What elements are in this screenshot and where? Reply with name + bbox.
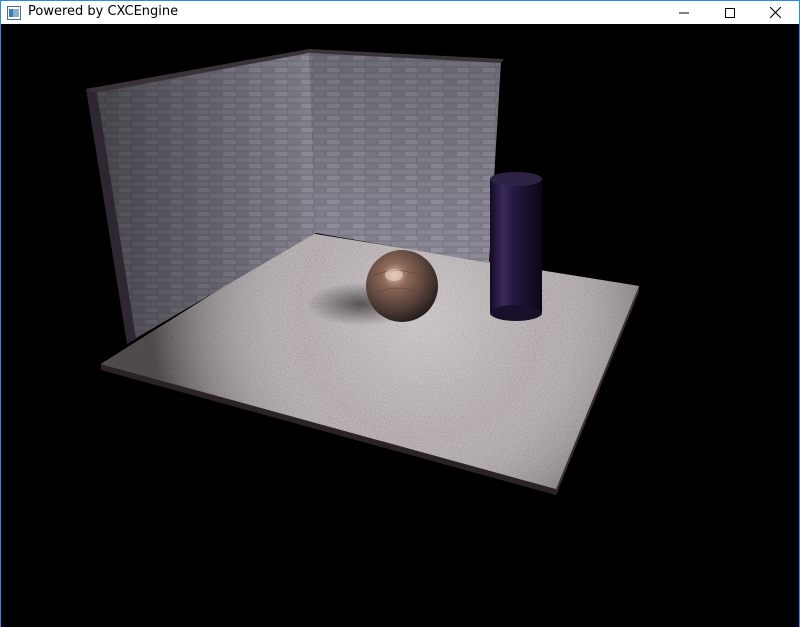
render-viewport[interactable] (1, 25, 799, 627)
window-title: Powered by CXCEngine (28, 4, 179, 19)
maximize-button[interactable] (707, 1, 752, 24)
minimize-icon (678, 8, 689, 18)
close-button[interactable] (753, 1, 798, 24)
wooden-sphere (366, 250, 438, 322)
maximize-icon (724, 7, 735, 18)
purple-cylinder (490, 172, 542, 321)
rendered-scene (86, 49, 639, 495)
close-icon (770, 7, 781, 18)
minimize-button[interactable] (661, 1, 706, 24)
app-icon (7, 5, 21, 20)
app-window: Powered by CXCEngine (0, 0, 800, 627)
title-bar[interactable]: Powered by CXCEngine (1, 1, 799, 24)
